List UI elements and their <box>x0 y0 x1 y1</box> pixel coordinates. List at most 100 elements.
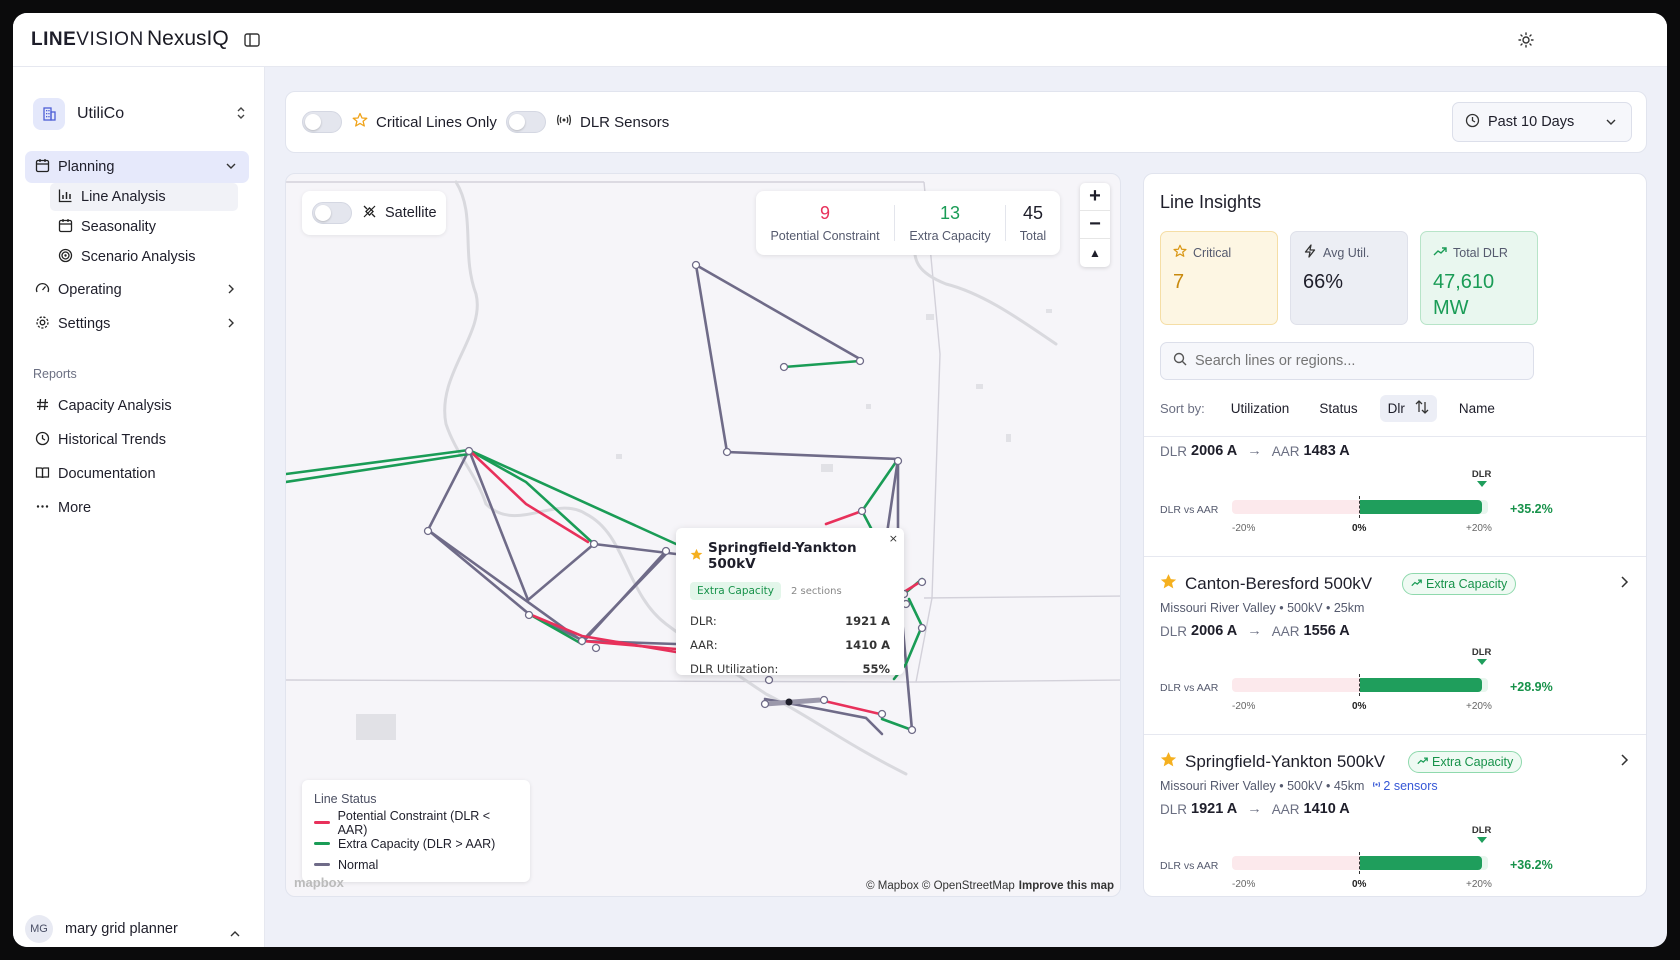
calendar-icon <box>58 218 73 237</box>
dlr-sensors-toggle[interactable] <box>506 111 546 133</box>
theme-toggle-icon[interactable] <box>1515 29 1537 51</box>
tooltip-title: Springfield-Yankton 500kV <box>690 540 890 572</box>
row-value: 1410 A <box>845 638 890 652</box>
zoom-out-button[interactable]: − <box>1080 211 1110 239</box>
legend-label: Potential Constraint (DLR < AAR) <box>337 808 491 837</box>
bar-track <box>1232 852 1488 874</box>
book-open-icon <box>35 465 50 484</box>
mapbox-logo[interactable]: mapbox <box>294 875 344 890</box>
list-item[interactable]: Canton-Beresford 500kV Extra Capacity Mi… <box>1144 557 1646 735</box>
row-value: 1921 A <box>845 614 890 628</box>
nav-settings[interactable]: Settings <box>25 308 249 340</box>
legend-swatch <box>314 842 330 845</box>
card-values: DLR 1921 A → AAR 1410 A <box>1160 801 1350 817</box>
map-panel[interactable]: Satellite 9 Potential Constraint 13 Extr… <box>285 173 1121 897</box>
gear-icon <box>35 315 50 334</box>
dlr-key: DLR <box>1160 801 1188 817</box>
satellite-icon <box>362 204 377 223</box>
nav-planning[interactable]: Planning <box>25 151 249 183</box>
satellite-toggle[interactable] <box>312 202 352 224</box>
legend-swatch <box>314 863 330 866</box>
period-select[interactable]: Past 10 Days <box>1452 102 1632 142</box>
nav-operating[interactable]: Operating <box>25 274 249 306</box>
bar-tick-pos: +20% <box>1466 879 1492 890</box>
stat-extra-capacity-value: 13 <box>939 203 961 223</box>
arrow-right-icon: → <box>1247 623 1262 639</box>
trend-up-icon <box>1417 755 1428 769</box>
sections-count: 2 sections <box>790 585 842 597</box>
improve-map-link[interactable]: Improve this map <box>1019 880 1114 892</box>
status-badge: Extra Capacity <box>690 582 781 600</box>
chevron-right-icon[interactable] <box>1618 575 1630 594</box>
chevron-right-icon[interactable] <box>1618 753 1630 772</box>
more-dots-icon <box>35 499 50 518</box>
sidebar-toggle-icon[interactable] <box>241 29 263 51</box>
list-item[interactable]: Springfield-Yankton 500kV Extra Capacity… <box>1144 735 1646 896</box>
sort-utilization[interactable]: Utilization <box>1223 396 1298 421</box>
nav-more[interactable]: More <box>25 492 249 524</box>
row-label: DLR: <box>690 614 717 628</box>
lightning-icon <box>1303 244 1317 261</box>
stat-extra-capacity: 13 Extra Capacity <box>895 203 1005 243</box>
gauge-icon <box>35 281 50 300</box>
sort-dlr[interactable]: Dlr <box>1379 394 1437 422</box>
satellite-label: Satellite <box>385 205 437 221</box>
panel-title: Line Insights <box>1160 192 1262 212</box>
critical-lines-toggle[interactable] <box>302 111 342 133</box>
stat-extra-capacity-label: Extra Capacity <box>909 229 991 243</box>
kpi-critical: Critical 7 <box>1160 231 1278 325</box>
tooltip-close-button[interactable]: × <box>889 532 898 545</box>
search-input[interactable] <box>1195 353 1515 369</box>
user-menu[interactable]: MG mary grid planner <box>25 909 249 947</box>
kpi-total-dlr-value: 47,610 MW <box>1433 269 1525 321</box>
status-badge: Extra Capacity <box>1402 573 1517 595</box>
row-label: DLR Utilization: <box>690 662 779 676</box>
org-switcher[interactable]: UtiliCo <box>33 97 255 131</box>
radio-waves-icon <box>1370 779 1383 793</box>
zoom-in-button[interactable]: + <box>1080 183 1110 211</box>
compass-icon[interactable]: ▲ <box>1080 239 1110 267</box>
clock-icon <box>35 431 50 450</box>
dlr-vs-aar-bar: DLR vs AAR DLR -20% 0% +20% +35.2% <box>1160 469 1640 537</box>
nav-seasonality[interactable]: Seasonality <box>50 213 238 241</box>
chevron-right-icon <box>225 283 237 299</box>
list-item[interactable]: DLR 2006 A → AAR 1483 A DLR vs AAR DLR -20% 0… <box>1144 437 1646 557</box>
attribution-text[interactable]: © Mapbox © OpenStreetMap <box>866 880 1015 892</box>
sensors-link[interactable]: 2 sensors <box>1370 779 1438 793</box>
chevron-down-icon <box>1605 116 1617 132</box>
nav-line-analysis[interactable]: Line Analysis <box>50 183 238 211</box>
legend-label: Extra Capacity (DLR > AAR) <box>338 836 496 851</box>
card-values: DLR 2006 A → AAR 1556 A <box>1160 623 1350 639</box>
bar-track <box>1232 674 1488 696</box>
kpi-total-dlr-unit: MW <box>1433 297 1469 319</box>
search-field[interactable] <box>1160 342 1534 380</box>
bar-zero-line <box>1359 496 1360 518</box>
bar-negative-zone <box>1232 678 1360 692</box>
stat-total-value: 45 <box>1022 203 1044 223</box>
nav-documentation[interactable]: Documentation <box>25 458 249 490</box>
nav-scenario-analysis[interactable]: Scenario Analysis <box>50 243 238 271</box>
satellite-toggle-control[interactable]: Satellite <box>302 191 446 235</box>
chevron-up-icon <box>229 927 241 945</box>
bar-label: DLR vs AAR <box>1160 504 1219 516</box>
dlr-sensors-filter[interactable]: DLR Sensors <box>506 111 669 133</box>
card-title-text: Springfield-Yankton 500kV <box>1185 752 1386 771</box>
avatar: MG <box>25 915 53 943</box>
card-title: Canton-Beresford 500kV <box>1160 573 1372 595</box>
nav-historical-trends[interactable]: Historical Trends <box>25 424 249 456</box>
critical-lines-filter[interactable]: Critical Lines Only <box>302 111 497 133</box>
hash-icon <box>35 397 50 416</box>
bar-fill <box>1360 678 1482 692</box>
bar-tick-neg: -20% <box>1232 523 1256 534</box>
bar-tick-zero: 0% <box>1352 879 1367 890</box>
top-bar: LINEVISION NexusIQ <box>13 13 1667 67</box>
bar-label: DLR vs AAR <box>1160 860 1219 872</box>
tooltip-row-utilization: DLR Utilization: 55% <box>690 662 890 676</box>
kpi-total-dlr-label: Total DLR <box>1453 245 1508 260</box>
sort-status[interactable]: Status <box>1311 396 1365 421</box>
tooltip-row-aar: AAR: 1410 A <box>690 638 890 652</box>
sort-name[interactable]: Name <box>1451 396 1503 421</box>
bar-percent: +35.2% <box>1510 502 1553 516</box>
kpi-avg-util-value: 66% <box>1303 271 1344 293</box>
nav-capacity-analysis[interactable]: Capacity Analysis <box>25 390 249 422</box>
